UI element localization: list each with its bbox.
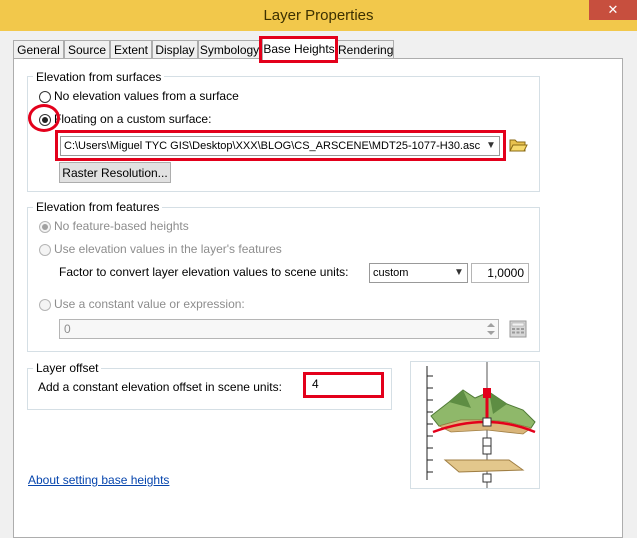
features-group-label: Elevation from features	[33, 200, 163, 214]
offset-group-label: Layer offset	[33, 361, 102, 375]
raster-resolution-button[interactable]: Raster Resolution...	[59, 162, 171, 183]
terrain-diagram-icon	[426, 362, 536, 488]
tab-symbology[interactable]: Symbology	[198, 40, 261, 58]
tab-extent[interactable]: Extent	[110, 40, 152, 58]
help-link[interactable]: About setting base heights	[28, 473, 169, 487]
window-title: Layer Properties	[263, 7, 374, 24]
calculator-icon[interactable]	[508, 319, 528, 339]
base-heights-illustration	[410, 361, 540, 489]
surfaces-group-label: Elevation from surfaces	[33, 70, 165, 84]
floating-surface-label: Floating on a custom surface:	[54, 112, 212, 126]
tab-display[interactable]: Display	[152, 40, 198, 58]
no-elevation-label: No elevation values from a surface	[54, 89, 239, 103]
no-feature-heights-label: No feature-based heights	[54, 219, 189, 233]
radio-highlight-circle	[28, 104, 60, 132]
no-elevation-radio[interactable]	[39, 91, 51, 103]
constant-value-radio[interactable]	[39, 299, 51, 311]
offset-highlight	[303, 372, 384, 398]
spinner-icon[interactable]	[484, 320, 498, 338]
factor-label: Factor to convert layer elevation values…	[59, 265, 349, 279]
unit-selected-value: custom	[373, 267, 409, 279]
open-folder-icon[interactable]	[508, 136, 528, 154]
use-feature-values-radio[interactable]	[39, 244, 51, 256]
constant-value-label: Use a constant value or expression:	[54, 297, 245, 311]
tab-rendering[interactable]: Rendering	[337, 40, 394, 58]
chevron-down-icon: ▼	[454, 267, 464, 278]
tab-highlight-box	[259, 36, 338, 63]
unit-dropdown[interactable]: custom ▼	[369, 263, 468, 283]
no-feature-heights-radio[interactable]	[39, 221, 51, 233]
use-feature-values-label: Use elevation values in the layer's feat…	[54, 242, 282, 256]
title-bar: Layer Properties ✕	[0, 0, 637, 31]
factor-input[interactable]: 1,0000	[471, 263, 529, 283]
surface-path-highlight	[55, 130, 506, 161]
constant-expression-input[interactable]: 0	[59, 319, 499, 339]
close-icon[interactable]: ✕	[589, 0, 637, 20]
tab-general[interactable]: General	[13, 40, 64, 58]
offset-label: Add a constant elevation offset in scene…	[38, 380, 282, 394]
tab-source[interactable]: Source	[64, 40, 110, 58]
